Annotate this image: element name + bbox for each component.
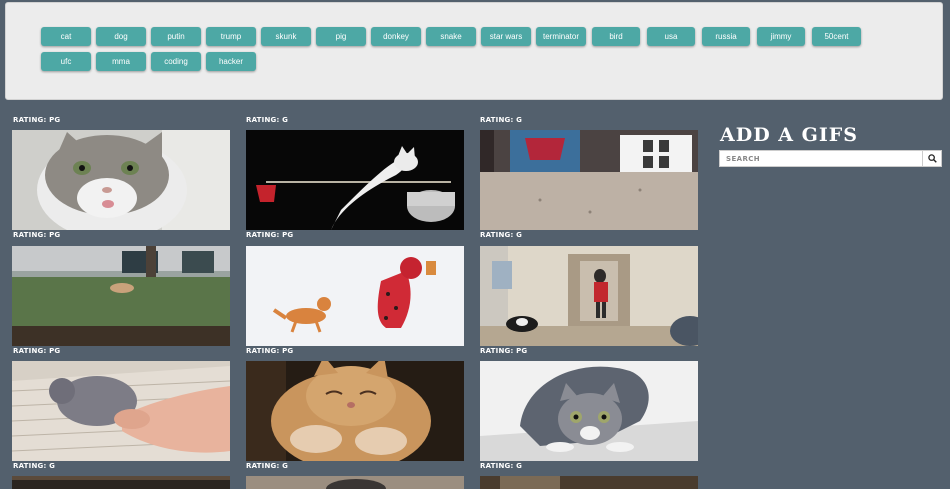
search-button[interactable] [922, 150, 942, 167]
gif-rating: Rating: g [480, 462, 523, 470]
gif-rating: Rating: g [246, 462, 289, 470]
tag-button-ufc[interactable]: ufc [41, 52, 91, 71]
tag-button-trump[interactable]: trump [206, 27, 256, 46]
gif-rating: Rating: pg [246, 347, 294, 355]
gif-rating: Rating: pg [246, 231, 294, 239]
tag-button-snake[interactable]: snake [426, 27, 476, 46]
tag-button-jimmy[interactable]: jimmy [757, 27, 805, 46]
tag-button-skunk[interactable]: skunk [261, 27, 311, 46]
gif-result[interactable] [246, 476, 464, 489]
tag-button-terminator[interactable]: terminator [536, 27, 586, 46]
add-gif-form [719, 150, 942, 167]
tag-button-mma[interactable]: mma [96, 52, 146, 71]
tag-button-donkey[interactable]: donkey [371, 27, 421, 46]
gif-result[interactable] [480, 476, 698, 489]
gif-result-cat-snow[interactable] [246, 246, 464, 346]
gif-rating: Rating: pg [13, 347, 61, 355]
gif-result-cat-petting[interactable] [12, 361, 230, 461]
search-icon [927, 150, 937, 168]
gif-rating: Rating: pg [13, 231, 61, 239]
tag-button-pig[interactable]: pig [316, 27, 366, 46]
tag-button-bird[interactable]: bird [592, 27, 640, 46]
gif-rating: Rating: g [13, 462, 56, 470]
gif-rating: Rating: g [480, 231, 523, 239]
gif-rating: Rating: g [480, 116, 523, 124]
gif-result-cat-sleepy[interactable] [246, 361, 464, 461]
gif-result-cat-face[interactable] [12, 130, 230, 230]
gif-result-cat-dark[interactable] [246, 130, 464, 230]
gif-result-cat-room[interactable] [480, 130, 698, 230]
tag-button-50cent[interactable]: 50cent [812, 27, 861, 46]
tag-button-putin[interactable]: putin [151, 27, 201, 46]
gif-result-cat-yard[interactable] [12, 246, 230, 346]
tag-button-usa[interactable]: usa [647, 27, 695, 46]
tag-button-star-wars[interactable]: star wars [481, 27, 531, 46]
tag-button-hacker[interactable]: hacker [206, 52, 256, 71]
add-gif-title: Add A Gifs [720, 124, 858, 146]
tag-button-dog[interactable]: dog [96, 27, 146, 46]
gif-result[interactable] [12, 476, 230, 489]
tag-button-coding[interactable]: coding [151, 52, 201, 71]
search-input[interactable] [719, 150, 922, 167]
gif-result-cat-crouch[interactable] [480, 361, 698, 461]
gif-result-cat-hallway[interactable] [480, 246, 698, 346]
tag-bar: cat dog putin trump skunk pig donkey sna… [5, 2, 943, 100]
gif-rating: Rating: g [246, 116, 289, 124]
gif-rating: Rating: pg [13, 116, 61, 124]
tag-button-cat[interactable]: cat [41, 27, 91, 46]
gif-rating: Rating: pg [480, 347, 528, 355]
tag-button-russia[interactable]: russia [702, 27, 750, 46]
